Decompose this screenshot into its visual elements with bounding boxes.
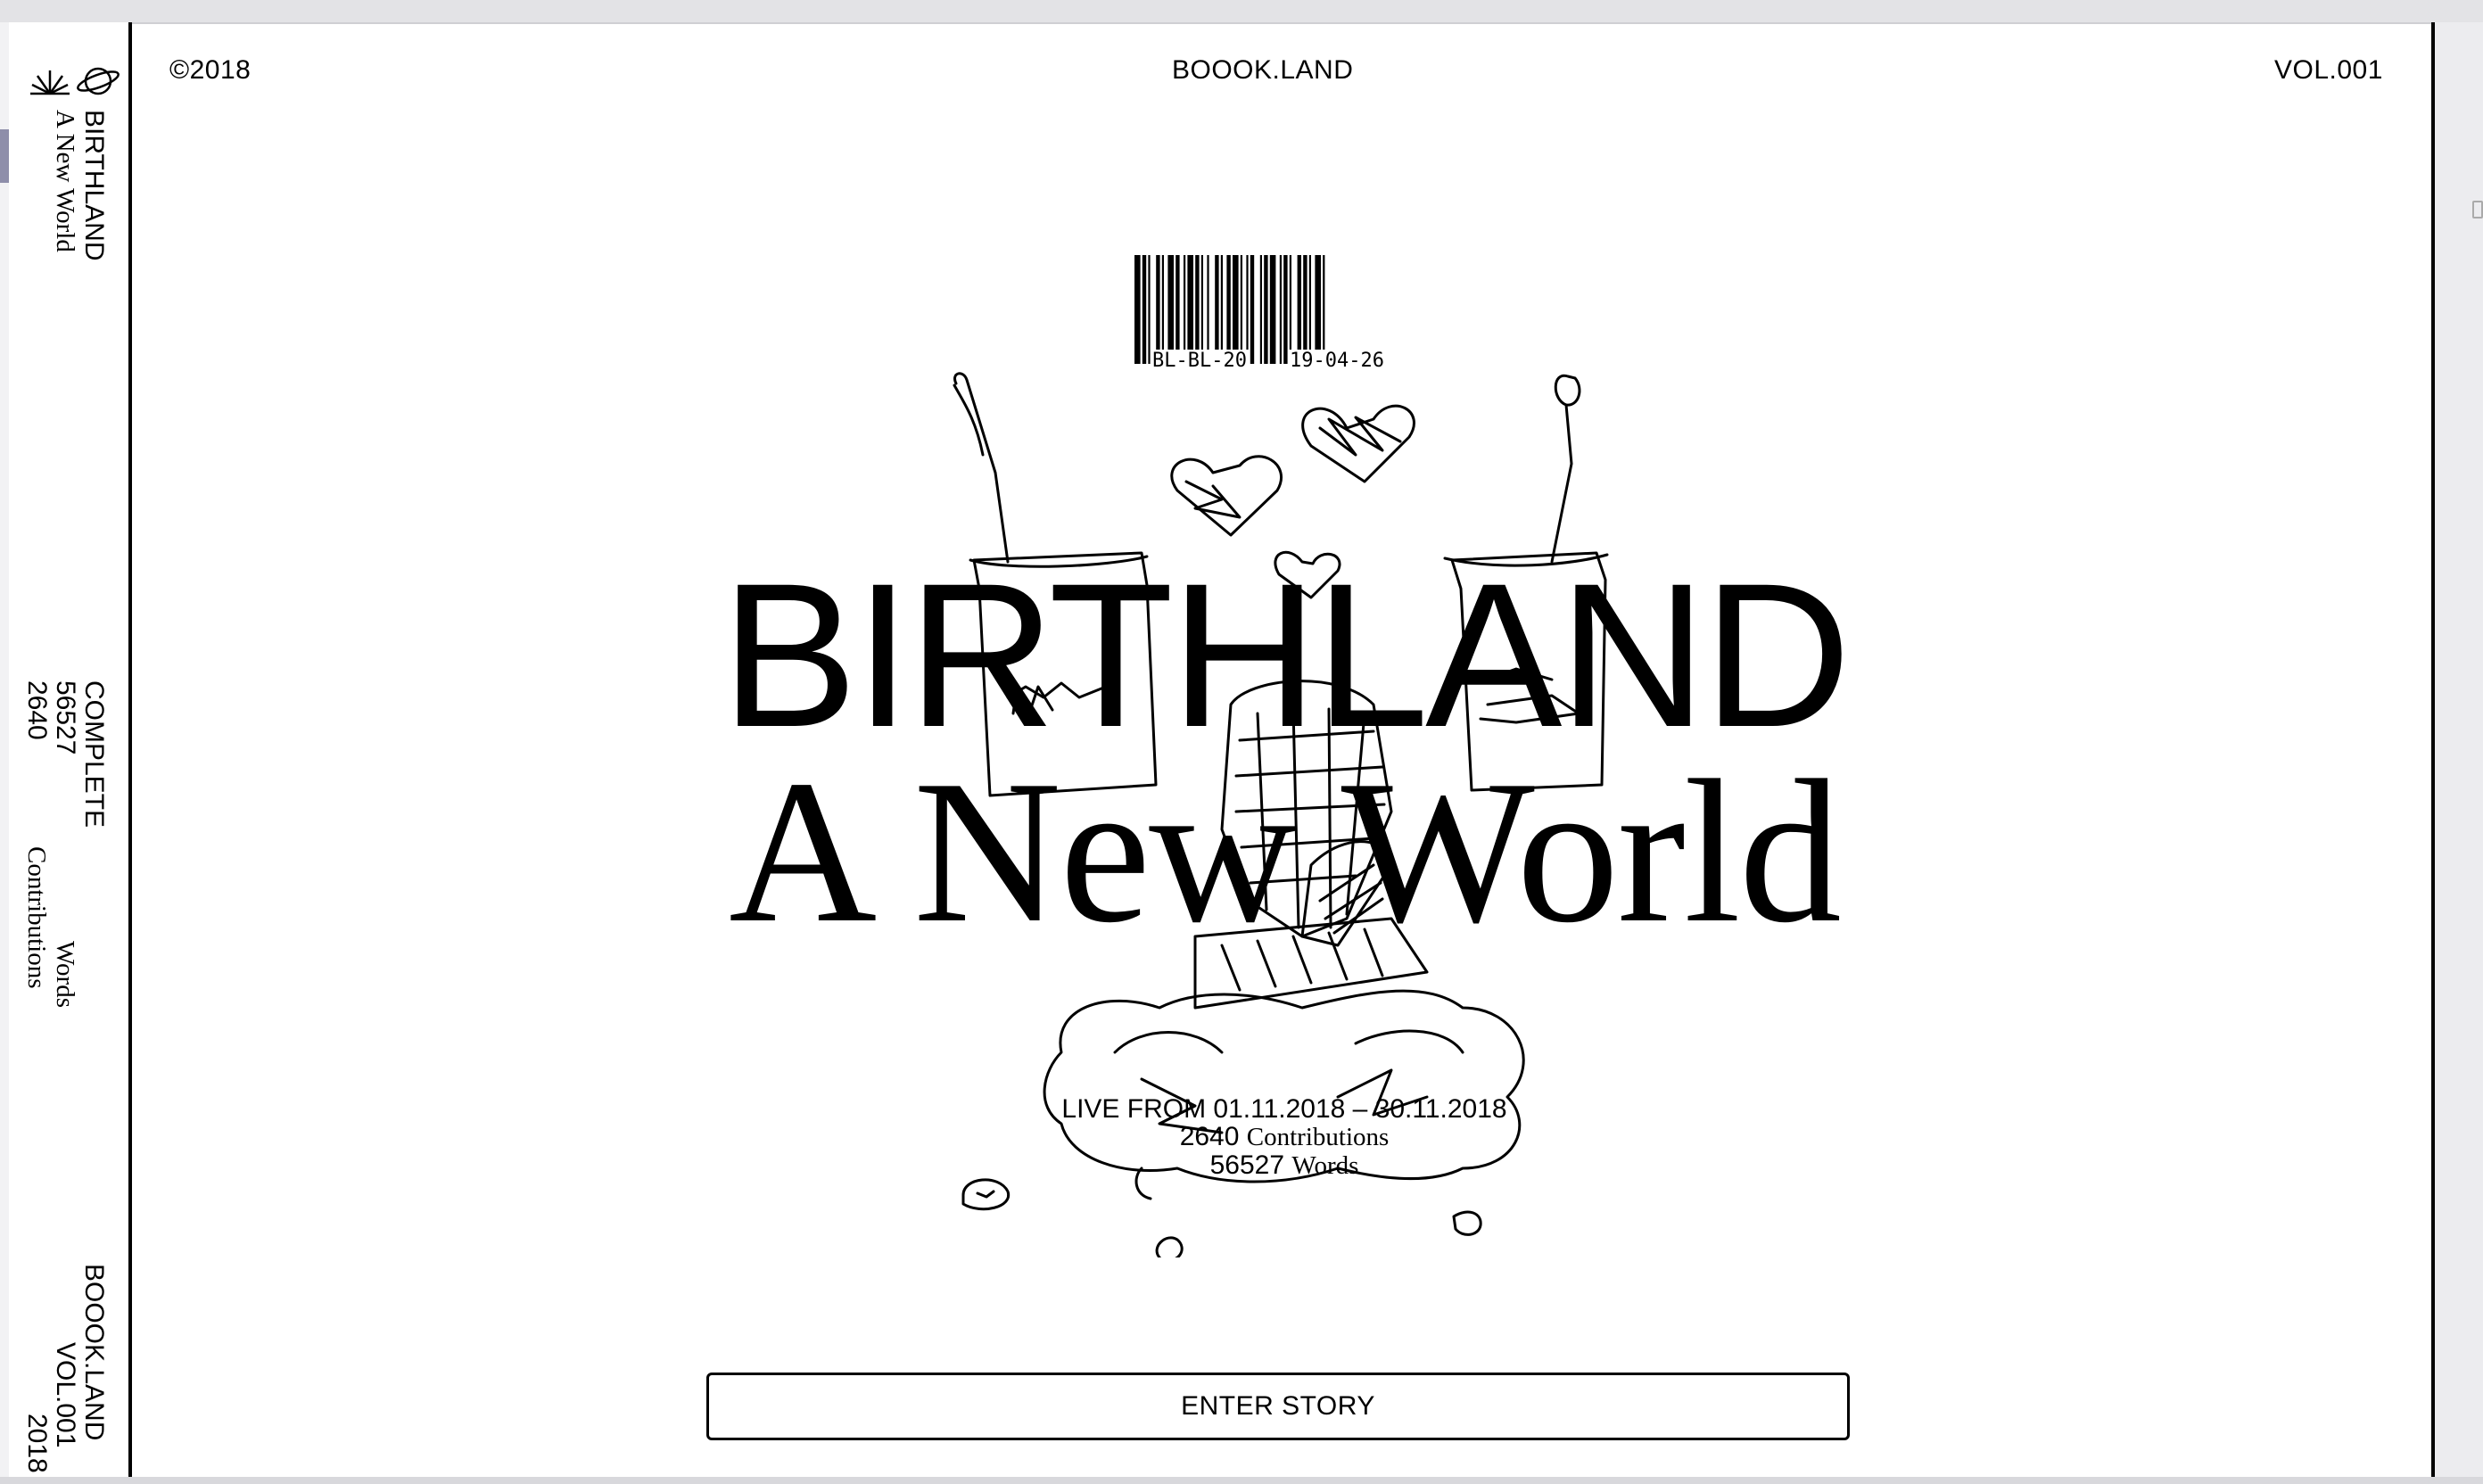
sidebar-volume: VOL.001: [51, 1342, 80, 1448]
copyright-text: ©2018: [169, 55, 252, 85]
barcode-bar: [1207, 255, 1209, 364]
barcode-bar: [1279, 255, 1282, 364]
page-right-border: [2431, 22, 2435, 1484]
sidebar-icons: [30, 67, 120, 95]
sidebar-status: COMPLETE: [79, 680, 109, 829]
barcode-bar: [1269, 255, 1276, 364]
barcode-bar: [1289, 255, 1291, 364]
sidebar-word-count: 56527: [51, 680, 80, 755]
barcode-bar: [1167, 255, 1174, 364]
barcode-bar: [1220, 255, 1223, 364]
barcode-bar: [1226, 255, 1231, 364]
sidebar-site: BOOOK.LAND: [79, 1264, 109, 1441]
barcode-bar: [1215, 255, 1219, 364]
barcode-bar: [1156, 255, 1160, 364]
barcode-bar: [1259, 255, 1262, 364]
scrollbar-thumb[interactable]: [2472, 201, 2483, 218]
barcode-bar: [1187, 255, 1193, 364]
barcode-bar: [1303, 255, 1307, 364]
vertical-sidebar: BIRTHLAND A New World COMPLETE 56527 264…: [9, 22, 132, 1477]
planet-icon: [77, 67, 120, 95]
barcode-bar: [1184, 255, 1186, 364]
barcode-bar: [1246, 255, 1249, 364]
window-right-strip: [2431, 22, 2483, 1484]
barcode-bar: [1308, 255, 1311, 364]
barcode-bar: [1283, 255, 1288, 364]
hero-title: BIRTHLAND: [721, 540, 1851, 770]
barcode-bar: [1323, 255, 1325, 364]
sidebar-subtitle: A New World: [51, 110, 79, 252]
barcode-bar: [1161, 255, 1164, 364]
browser-top-bar: [0, 0, 2483, 24]
background-window-sliver: [0, 129, 9, 183]
barcode-bar: [1240, 255, 1242, 364]
hero-stats: LIVE FROM 01.11.2018 – 30.11.2018 2640 C…: [963, 1095, 1605, 1180]
words-stat: 56527 Words: [963, 1151, 1605, 1180]
grass-icon: [30, 70, 70, 95]
window-bottom-edge: [0, 1477, 2483, 1484]
barcode-bar: [1250, 255, 1255, 364]
barcode-bar: [1195, 255, 1200, 364]
sidebar-contributions-label: Contributions: [22, 846, 51, 989]
barcode-bar: [1315, 255, 1321, 364]
barcode-bar: [1233, 255, 1239, 364]
barcode-bar: [1264, 255, 1268, 364]
barcode-bar: [1176, 255, 1180, 364]
contributions-value: 2640: [1179, 1122, 1240, 1151]
sidebar-contribution-count: 2640: [22, 680, 52, 740]
sidebar-title: BIRTHLAND: [79, 110, 109, 261]
barcode-bar: [1297, 255, 1301, 364]
site-name[interactable]: BOOOK.LAND: [1172, 55, 1353, 86]
live-dates: LIVE FROM 01.11.2018 – 30.11.2018: [1061, 1094, 1507, 1124]
contributions-label: Contributions: [1246, 1123, 1390, 1151]
words-label: Words: [1291, 1151, 1359, 1180]
barcode-bar: [1200, 255, 1203, 364]
hero-subtitle: A New World: [729, 738, 1842, 965]
sidebar-words-label: Words: [51, 941, 79, 1008]
enter-story-button[interactable]: ENTER STORY: [706, 1373, 1850, 1440]
volume-label: VOL.001: [2274, 55, 2383, 85]
barcode-bar: [1148, 255, 1151, 364]
barcode-bar: [1142, 255, 1147, 364]
barcode-bar: [1134, 255, 1141, 364]
sidebar-year: 2018: [22, 1414, 52, 1473]
words-value: 56527: [1209, 1150, 1285, 1180]
window-left-edge: [0, 22, 9, 1484]
contributions-stat: 2640 Contributions: [963, 1123, 1605, 1151]
